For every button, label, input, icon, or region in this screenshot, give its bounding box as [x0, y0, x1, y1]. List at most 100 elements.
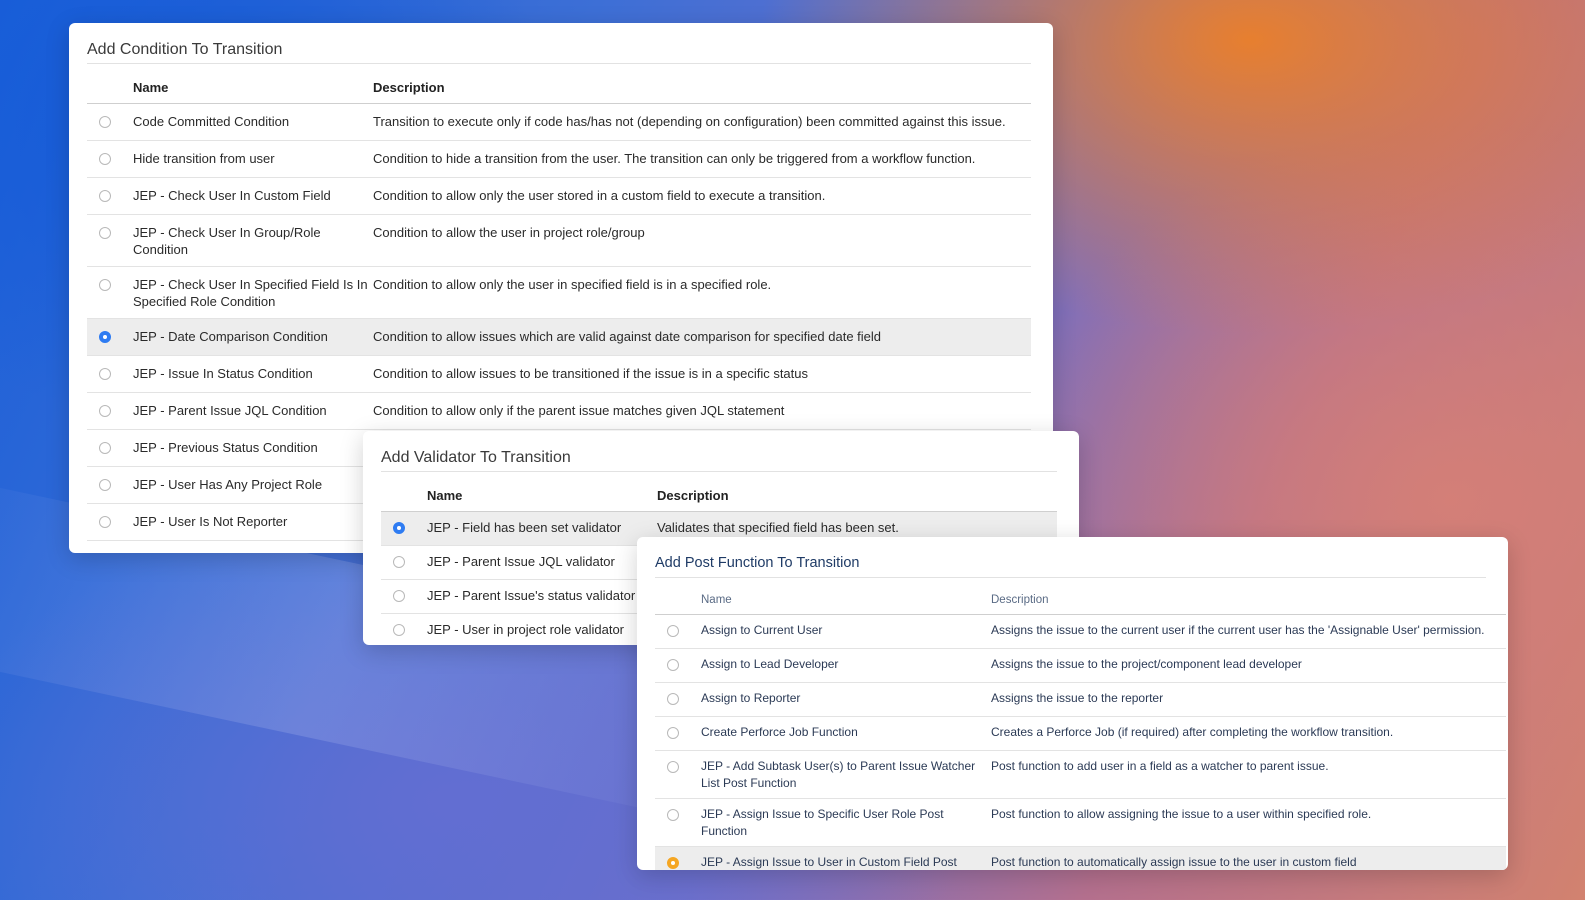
- row-name: Assign to Reporter: [701, 682, 991, 717]
- radio-button[interactable]: [99, 405, 111, 417]
- radio-cell: [87, 177, 133, 215]
- radio-cell: [87, 103, 133, 141]
- table-row[interactable]: JEP - Assign Issue to Specific User Role…: [655, 798, 1506, 847]
- radio-button[interactable]: [393, 590, 405, 602]
- row-name: JEP - User Has Any Project Role: [133, 466, 373, 504]
- radio-cell: [381, 545, 427, 580]
- row-description: Post function to allow assigning the iss…: [991, 798, 1506, 847]
- radio-button[interactable]: [99, 516, 111, 528]
- table-row[interactable]: Assign to Current User Assigns the issue …: [655, 614, 1506, 649]
- row-description: Post function to automatically assign is…: [991, 846, 1506, 870]
- row-description: Condition to hide a transition from the …: [373, 140, 1031, 178]
- row-name: JEP - User Is Not Reporter: [133, 503, 373, 541]
- radio-cell: [655, 614, 701, 649]
- description-header: Description: [657, 472, 1057, 512]
- radio-cell: [87, 466, 133, 504]
- row-description: Condition to allow only the user stored …: [373, 177, 1031, 215]
- row-name: JEP - Check User In Custom Field: [133, 177, 373, 215]
- radio-cell: [381, 579, 427, 614]
- row-name: JEP - Parent Issue JQL validator: [427, 545, 657, 580]
- radio-button[interactable]: [667, 857, 679, 869]
- row-description: Assigns the issue to the reporter: [991, 682, 1506, 717]
- name-header: Name: [427, 472, 657, 512]
- table-row[interactable]: Assign to Reporter Assigns the issue to t…: [655, 682, 1506, 717]
- add-post-function-panel: Add Post Function To Transition Name Des…: [637, 537, 1508, 870]
- table-row[interactable]: JEP - Assign Issue to User in Custom Fie…: [655, 846, 1506, 870]
- radio-cell: [381, 613, 427, 645]
- table-row[interactable]: JEP - Check User In Group/Role Condition…: [87, 214, 1031, 267]
- table-row[interactable]: JEP - Parent Issue JQL Condition Conditio…: [87, 392, 1031, 430]
- panel-title: Add Condition To Transition: [87, 23, 1031, 64]
- radio-cell: [87, 214, 133, 267]
- radio-cell: [87, 392, 133, 430]
- radio-button[interactable]: [99, 331, 111, 343]
- row-description: Condition to allow the user in project r…: [373, 214, 1031, 267]
- table-row[interactable]: JEP - Add Subtask User(s) to Parent Issu…: [655, 750, 1506, 799]
- radio-cell: [655, 682, 701, 717]
- row-name: JEP - Check User In Specified Field Is I…: [133, 266, 373, 319]
- row-description: Transition to execute only if code has/h…: [373, 103, 1031, 141]
- panel-title: Add Post Function To Transition: [655, 537, 1486, 578]
- post-functions-table: Name Description Assign to Current User A…: [655, 578, 1506, 870]
- row-name: JEP - Parent Issue's status validator: [427, 579, 657, 614]
- radio-cell: [87, 429, 133, 467]
- row-name: JEP - Check User In Group/Role Condition: [133, 214, 373, 267]
- row-description: Creates a Perforce Job (if required) aft…: [991, 716, 1506, 751]
- table-row[interactable]: Assign to Lead Developer Assigns the issu…: [655, 648, 1506, 683]
- radio-header: [381, 472, 427, 512]
- radio-cell: [87, 540, 133, 553]
- row-name: Assign to Current User: [701, 614, 991, 649]
- radio-button[interactable]: [667, 659, 679, 671]
- table-row[interactable]: JEP - Check User In Custom Field Conditio…: [87, 177, 1031, 215]
- radio-cell: [87, 355, 133, 393]
- radio-button[interactable]: [99, 153, 111, 165]
- row-description: Condition to allow issues which are vali…: [373, 318, 1031, 356]
- row-name: JEP - Date Comparison Condition: [133, 318, 373, 356]
- radio-cell: [87, 318, 133, 356]
- row-description: Condition to allow issues to be transiti…: [373, 355, 1031, 393]
- radio-header: [655, 578, 701, 615]
- row-description: Post function to add user in a field as …: [991, 750, 1506, 799]
- radio-button[interactable]: [99, 190, 111, 202]
- description-header: Description: [991, 578, 1506, 615]
- panel-title: Add Validator To Transition: [381, 431, 1057, 472]
- radio-button[interactable]: [99, 227, 111, 239]
- table-row[interactable]: JEP - Date Comparison Condition Condition…: [87, 318, 1031, 356]
- table-row[interactable]: JEP - Issue In Status Condition Condition…: [87, 355, 1031, 393]
- radio-button[interactable]: [99, 116, 111, 128]
- row-name: Code Committed Condition: [133, 103, 373, 141]
- radio-button[interactable]: [393, 624, 405, 636]
- table-row[interactable]: Hide transition from user Condition to hi…: [87, 140, 1031, 178]
- radio-cell: [87, 503, 133, 541]
- table-row[interactable]: JEP - Check User In Specified Field Is I…: [87, 266, 1031, 319]
- radio-cell: [655, 648, 701, 683]
- radio-cell: [655, 750, 701, 799]
- name-header: Name: [701, 578, 991, 615]
- radio-button[interactable]: [667, 809, 679, 821]
- radio-button[interactable]: [99, 442, 111, 454]
- radio-button[interactable]: [667, 761, 679, 773]
- radio-cell: [87, 266, 133, 319]
- radio-cell: [655, 798, 701, 847]
- radio-button[interactable]: [667, 727, 679, 739]
- table-row[interactable]: Create Perforce Job Function Creates a Pe…: [655, 716, 1506, 751]
- radio-cell: [87, 140, 133, 178]
- radio-button[interactable]: [667, 625, 679, 637]
- row-name: JEP - User Not In Project Role(s): [133, 540, 373, 553]
- radio-button[interactable]: [99, 368, 111, 380]
- row-description: Assigns the issue to the project/compone…: [991, 648, 1506, 683]
- radio-header: [87, 64, 133, 104]
- row-description: Assigns the issue to the current user if…: [991, 614, 1506, 649]
- row-name: JEP - Assign Issue to Specific User Role…: [701, 798, 991, 847]
- radio-button[interactable]: [393, 556, 405, 568]
- row-name: JEP - Previous Status Condition: [133, 429, 373, 467]
- radio-button[interactable]: [99, 479, 111, 491]
- row-name: JEP - Add Subtask User(s) to Parent Issu…: [701, 750, 991, 799]
- row-name: JEP - Parent Issue JQL Condition: [133, 392, 373, 430]
- row-name: JEP - User in project role validator: [427, 613, 657, 645]
- radio-button[interactable]: [99, 279, 111, 291]
- table-row[interactable]: Code Committed Condition Transition to ex…: [87, 103, 1031, 141]
- radio-button[interactable]: [667, 693, 679, 705]
- radio-button[interactable]: [393, 522, 405, 534]
- radio-cell: [655, 716, 701, 751]
